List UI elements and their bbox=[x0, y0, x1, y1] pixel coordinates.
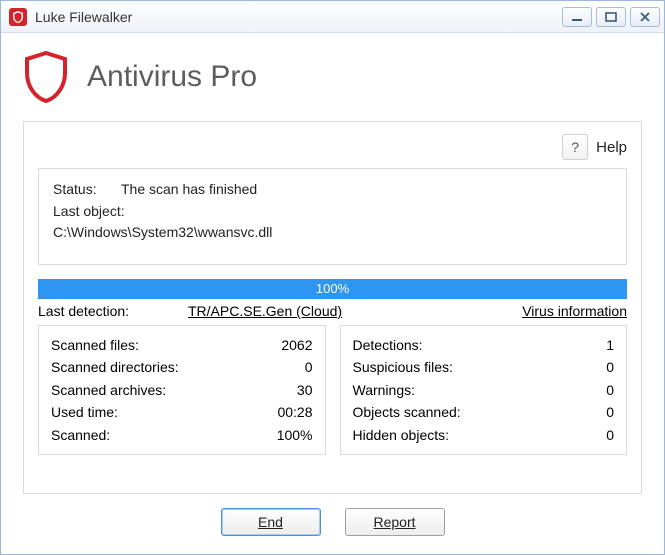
window-controls bbox=[562, 7, 660, 27]
progress-text: 100% bbox=[316, 281, 349, 296]
stat-row: Suspicious files: 0 bbox=[353, 356, 615, 378]
status-box: Status: The scan has finished Last objec… bbox=[38, 168, 627, 265]
stat-label: Warnings: bbox=[353, 379, 416, 401]
last-detection-label: Last detection: bbox=[38, 303, 188, 319]
titlebar: Luke Filewalker bbox=[1, 1, 664, 33]
stats-left: Scanned files: 2062 Scanned directories: 0… bbox=[38, 325, 326, 455]
shield-icon bbox=[23, 51, 69, 103]
stat-value: 1 bbox=[606, 334, 614, 356]
avira-logo-icon bbox=[9, 8, 27, 26]
stat-value: 2062 bbox=[281, 334, 312, 356]
last-object-value: C:\Windows\System32\wwansvc.dll bbox=[53, 222, 272, 244]
footer: End Report bbox=[1, 494, 664, 554]
stat-row: Used time: 00:28 bbox=[51, 401, 313, 423]
stat-value: 00:28 bbox=[277, 401, 312, 423]
stat-label: Suspicious files: bbox=[353, 356, 453, 378]
end-button[interactable]: End bbox=[221, 508, 321, 536]
stat-row: Scanned files: 2062 bbox=[51, 334, 313, 356]
product-name: Antivirus Pro bbox=[87, 60, 257, 94]
brand-header: Antivirus Pro bbox=[1, 33, 664, 121]
close-button[interactable] bbox=[630, 7, 660, 27]
stat-row: Hidden objects: 0 bbox=[353, 424, 615, 446]
status-label: Status: bbox=[53, 179, 121, 201]
report-button[interactable]: Report bbox=[345, 508, 445, 536]
stat-label: Scanned directories: bbox=[51, 356, 179, 378]
stat-row: Scanned directories: 0 bbox=[51, 356, 313, 378]
stat-value: 100% bbox=[277, 424, 313, 446]
status-value: The scan has finished bbox=[121, 179, 257, 201]
stat-value: 0 bbox=[606, 356, 614, 378]
last-object-label: Last object: bbox=[53, 201, 125, 223]
content-panel: ? Help Status: The scan has finished Las… bbox=[23, 121, 642, 494]
stat-label: Used time: bbox=[51, 401, 118, 423]
stats-right: Detections: 1 Suspicious files: 0 Warnings… bbox=[340, 325, 628, 455]
maximize-button[interactable] bbox=[596, 7, 626, 27]
stat-row: Scanned archives: 30 bbox=[51, 379, 313, 401]
window: Luke Filewalker Antivirus Pro ? Help bbox=[0, 0, 665, 555]
stats-panel: Scanned files: 2062 Scanned directories: 0… bbox=[38, 325, 627, 455]
stat-row: Objects scanned: 0 bbox=[353, 401, 615, 423]
stat-label: Hidden objects: bbox=[353, 424, 450, 446]
stat-label: Scanned archives: bbox=[51, 379, 166, 401]
stat-label: Objects scanned: bbox=[353, 401, 461, 423]
window-title: Luke Filewalker bbox=[35, 9, 562, 25]
help-label[interactable]: Help bbox=[596, 139, 627, 156]
detection-row: Last detection: TR/APC.SE.Gen (Cloud) Vi… bbox=[38, 303, 627, 319]
stat-value: 0 bbox=[606, 401, 614, 423]
stat-row: Detections: 1 bbox=[353, 334, 615, 356]
stat-label: Scanned files: bbox=[51, 334, 139, 356]
progress-bar: 100% bbox=[38, 279, 627, 299]
stat-value: 0 bbox=[606, 424, 614, 446]
stat-label: Scanned: bbox=[51, 424, 110, 446]
stat-value: 30 bbox=[297, 379, 313, 401]
minimize-button[interactable] bbox=[562, 7, 592, 27]
stat-value: 0 bbox=[606, 379, 614, 401]
stat-label: Detections: bbox=[353, 334, 423, 356]
virus-information-link[interactable]: Virus information bbox=[522, 303, 627, 319]
stat-value: 0 bbox=[305, 356, 313, 378]
help-icon[interactable]: ? bbox=[562, 134, 588, 160]
help-row: ? Help bbox=[38, 134, 627, 160]
detection-name-link[interactable]: TR/APC.SE.Gen (Cloud) bbox=[188, 303, 342, 319]
stat-row: Scanned: 100% bbox=[51, 424, 313, 446]
stat-row: Warnings: 0 bbox=[353, 379, 615, 401]
